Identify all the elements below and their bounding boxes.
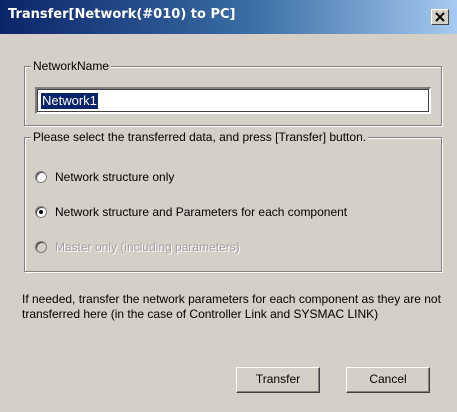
radio-label: Master only (including parameters) <box>55 240 240 254</box>
radio-label: Network structure and Parameters for eac… <box>55 205 348 219</box>
network-name-input[interactable]: Network1 <box>35 87 431 114</box>
radio-label: Network structure only <box>55 170 175 184</box>
info-note: If needed, transfer the network paramete… <box>22 292 441 321</box>
transfer-button[interactable]: Transfer <box>236 367 320 393</box>
close-button[interactable] <box>431 9 449 25</box>
window-title: Transfer[Network(#010) to PC] <box>8 7 236 22</box>
title-bar[interactable]: Transfer[Network(#010) to PC] <box>0 0 457 34</box>
cancel-button[interactable]: Cancel <box>346 367 430 393</box>
radio-button[interactable] <box>35 171 47 183</box>
network-name-group: NetworkName Network1 <box>24 59 442 126</box>
transfer-data-group: Please select the transferred data, and … <box>24 130 442 272</box>
radio-button[interactable] <box>35 206 47 218</box>
radio-selected-dot <box>39 210 43 214</box>
network-name-value: Network1 <box>41 93 98 109</box>
radio-button <box>35 241 47 253</box>
close-icon <box>435 12 445 22</box>
transfer-dialog: Transfer[Network(#010) to PC] NetworkNam… <box>0 0 457 412</box>
transfer-data-label: Please select the transferred data, and … <box>31 130 369 144</box>
network-name-label: NetworkName <box>31 59 112 73</box>
